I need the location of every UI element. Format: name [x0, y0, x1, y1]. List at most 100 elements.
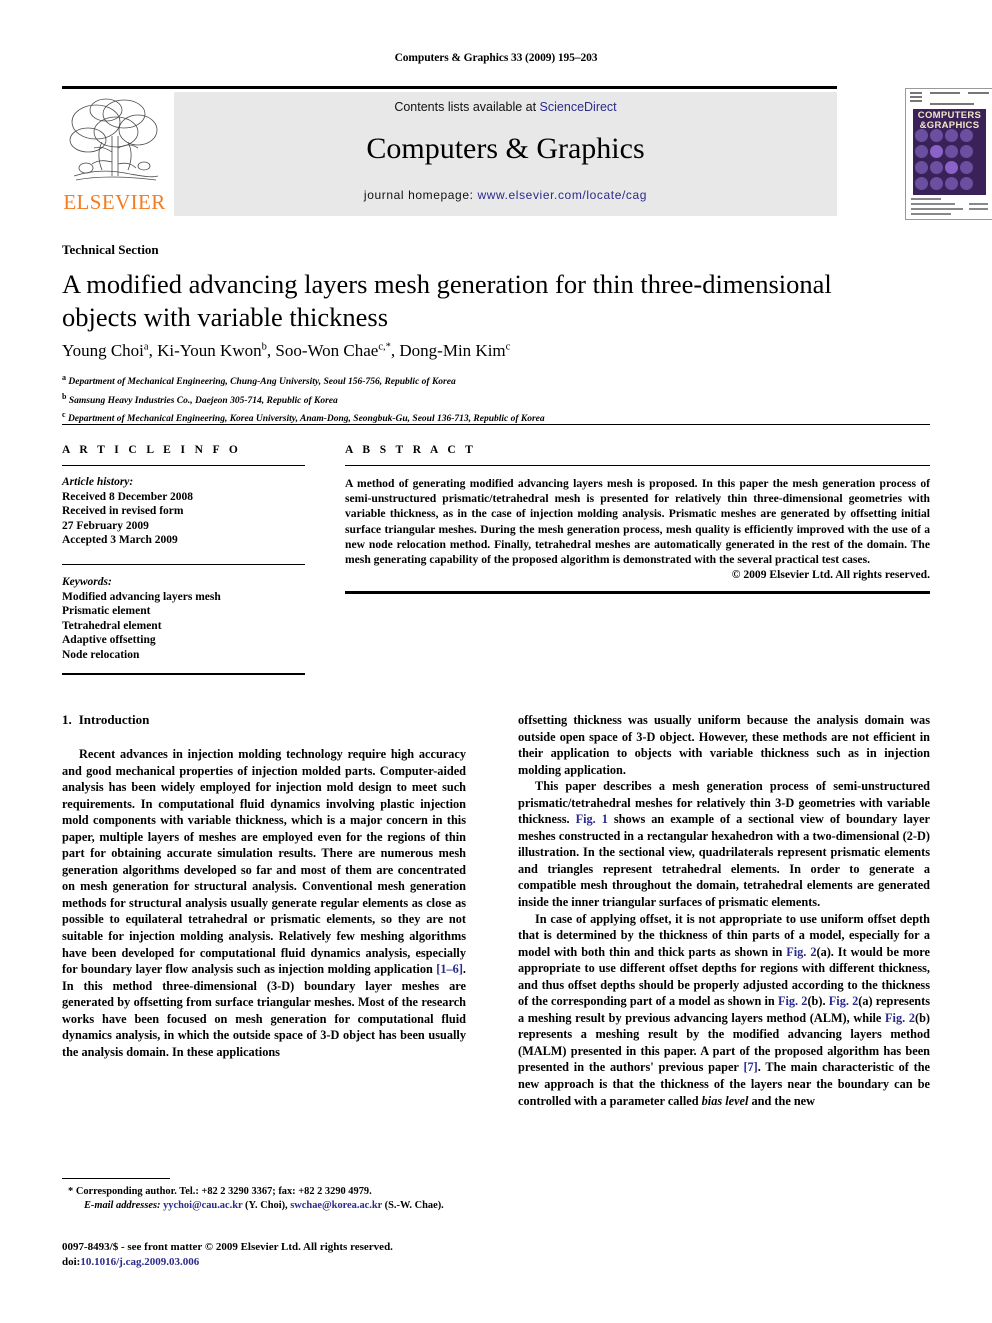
keyword-item: Adaptive offsetting [62, 634, 156, 647]
abstract-column: A B S T R A C T A method of generating m… [345, 444, 930, 594]
paragraph-text: shows an example of a sectional view of … [518, 812, 930, 910]
journal-homepage-line: journal homepage: www.elsevier.com/locat… [174, 188, 837, 202]
body-right-column: offsetting thickness was usually uniform… [518, 712, 930, 1109]
page-title: A modified advancing layers mesh generat… [62, 269, 832, 332]
footnote-rule [62, 1178, 170, 1179]
figure-ref-fig1[interactable]: Fig. 1 [576, 812, 608, 826]
affiliation-marker: a [62, 373, 66, 382]
section-title: Introduction [78, 712, 150, 727]
footnote-corresponding-line: * Corresponding author. Tel.: +82 2 3290… [62, 1185, 466, 1199]
paragraph-right-3: In case of applying offset, it is not ap… [518, 911, 930, 1110]
body-left-column: 1. Introduction Recent advances in inject… [62, 712, 466, 1060]
cover-sphere-grid [913, 127, 986, 195]
paragraph-intro-1: Recent advances in injection molding tec… [62, 746, 466, 1060]
issn-copyright-line: 0097-8493/$ - see front matter © 2009 El… [62, 1241, 393, 1253]
paragraph-text: offsetting thickness was usually uniform… [518, 713, 930, 777]
article-history-block: Article history: Received 8 December 200… [62, 475, 305, 548]
journal-masthead: ELSEVIER Contents lists available at Sci… [62, 86, 992, 220]
author-affil-marker: b [261, 341, 267, 353]
keywords-top-rule [62, 563, 305, 565]
info-block-top-rule [62, 424, 930, 425]
masthead-top-rule [62, 86, 837, 89]
author-affil-marker: a [143, 341, 149, 353]
keywords-block: Keywords: Modified advancing layers mesh… [62, 575, 305, 663]
article-info-column: A R T I C L E I N F O Article history: R… [62, 444, 305, 676]
author-list: Young Choia, Ki-Youn Kwonb, Soo-Won Chae… [62, 341, 511, 360]
elsevier-tree-icon [69, 98, 159, 181]
paragraph-text: Recent advances in injection molding tec… [62, 747, 466, 977]
keyword-item: Tetrahedral element [62, 619, 162, 632]
affiliation-text: Department of Mechanical Engineering, Ch… [68, 377, 456, 388]
term-bias-level: bias level [701, 1093, 749, 1108]
cover-footer-lines [911, 198, 988, 216]
contents-label: Contents lists available at [394, 100, 540, 114]
elsevier-logo: ELSEVIER [62, 90, 167, 218]
figure-ref-fig2b-2[interactable]: Fig. 2 [885, 1011, 915, 1025]
article-history-line: 27 February 2009 [62, 519, 149, 532]
sciencedirect-link[interactable]: ScienceDirect [540, 100, 617, 114]
figure-ref-fig2a-2[interactable]: Fig. 2 [829, 994, 859, 1008]
keyword-item: Prismatic element [62, 605, 151, 618]
affiliation-text: Samsung Heavy Industries Co., Daejeon 30… [68, 395, 338, 406]
section-number: 1. [62, 712, 72, 727]
email-owner-2: (S.-W. Chae). [382, 1199, 444, 1211]
article-history-label: Article history: [62, 476, 134, 488]
figure-ref-fig2a[interactable]: Fig. 2 [786, 945, 816, 959]
cover-artwork: COMPUTERS &GRAPHICS [913, 109, 986, 195]
journal-banner: Contents lists available at ScienceDirec… [174, 92, 837, 216]
author-entry: Soo-Won Chaec,* [275, 341, 391, 360]
affiliation-text: Department of Mechanical Engineering, Ko… [67, 414, 545, 425]
email-owner-1: (Y. Choi), [242, 1199, 291, 1211]
article-info-heading: A R T I C L E I N F O [62, 444, 242, 456]
abstract-text: A method of generating modified advancin… [345, 477, 930, 567]
author-name: Young Choi [62, 341, 144, 360]
article-info-rule [62, 465, 305, 466]
journal-cover-thumbnail: COMPUTERS &GRAPHICS [905, 88, 992, 220]
paragraph-right-2: This paper describes a mesh generation p… [518, 778, 930, 910]
paragraph-right-1: offsetting thickness was usually uniform… [518, 712, 930, 778]
figure-ref-fig2b[interactable]: Fig. 2 [778, 994, 808, 1008]
footnote-email-line: E-mail addresses: yychoi@cau.ac.kr (Y. C… [62, 1199, 466, 1213]
author-entry: Young Choia [62, 341, 149, 360]
article-info-bottom-rule [62, 672, 305, 676]
author-name: Soo-Won Chae [275, 341, 379, 360]
affiliation-marker: b [62, 391, 67, 401]
affiliation-list: a Department of Mechanical Engineering, … [62, 371, 932, 427]
article-history-line: Received 8 December 2008 [62, 490, 194, 503]
affiliation-item: b Samsung Heavy Industries Co., Daejeon … [62, 390, 932, 409]
doi-link[interactable]: 10.1016/j.cag.2009.03.006 [80, 1256, 199, 1268]
doi-line: doi:10.1016/j.cag.2009.03.006 [62, 1255, 492, 1270]
email-link-2[interactable]: swchae@korea.ac.kr [290, 1200, 382, 1211]
keywords-label: Keywords: [62, 575, 112, 588]
article-history-line: Accepted 3 March 2009 [62, 534, 178, 547]
homepage-label: journal homepage: [363, 188, 478, 202]
imprint-block: 0097-8493/$ - see front matter © 2009 El… [62, 1240, 492, 1269]
homepage-url-link[interactable]: www.elsevier.com/locate/cag [477, 188, 647, 202]
paragraph-text: (b). [807, 994, 829, 1009]
affiliation-item: a Department of Mechanical Engineering, … [62, 371, 932, 390]
citation-ref[interactable]: [1–6] [436, 962, 463, 976]
author-affil-marker: c [505, 341, 511, 353]
corresponding-author-footnote: * Corresponding author. Tel.: +82 2 3290… [62, 1178, 466, 1212]
affiliation-marker: c [62, 410, 66, 420]
paper-page: Computers & Graphics 33 (2009) 195–203 E… [0, 0, 992, 1323]
doi-label: doi: [62, 1255, 81, 1268]
abstract-heading: A B S T R A C T [345, 444, 477, 456]
elsevier-wordmark: ELSEVIER [63, 190, 166, 214]
journal-title: Computers & Graphics [366, 132, 645, 165]
abstract-copyright: © 2009 Elsevier Ltd. All rights reserved… [731, 568, 930, 582]
paragraph-text: and the new [748, 1093, 816, 1108]
article-history-line: Received in revised form [62, 505, 184, 518]
running-head: Computers & Graphics 33 (2009) 195–203 [394, 52, 598, 64]
email-link-1[interactable]: yychoi@cau.ac.kr [163, 1200, 242, 1211]
section-heading-introduction: 1. Introduction [62, 712, 466, 728]
keyword-item: Node relocation [62, 648, 140, 661]
abstract-rule [345, 465, 930, 466]
footnote-marker: * [68, 1186, 74, 1197]
citation-ref-7[interactable]: [7] [743, 1060, 757, 1074]
author-entry: Ki-Youn Kwonb [157, 341, 267, 360]
technical-section-label: Technical Section [62, 242, 159, 257]
contents-line: Contents lists available at ScienceDirec… [174, 100, 837, 114]
author-affil-marker: c,* [378, 341, 391, 353]
author-entry: Dong-Min Kimc [399, 341, 510, 360]
